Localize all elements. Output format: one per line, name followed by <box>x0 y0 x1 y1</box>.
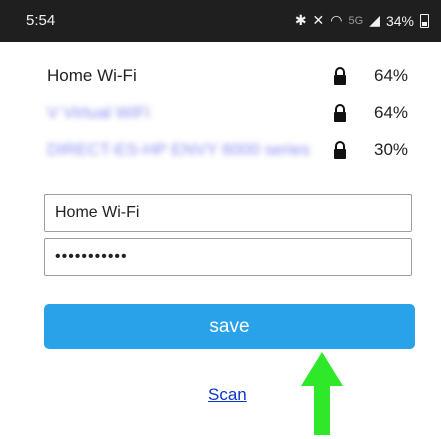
mute-vibrate-icon: ✕ <box>312 12 325 28</box>
status-bar: 5:54 ✱ ✕ ◠ 5G ◢ 34% <box>0 0 441 42</box>
arrow-up-icon <box>301 352 343 435</box>
status-time: 5:54 <box>26 12 56 29</box>
battery-percent: 34% <box>385 12 414 29</box>
network-type: 5G <box>348 14 364 27</box>
password-input[interactable] <box>44 238 412 276</box>
network-row[interactable]: Home Wi-Fi 64% <box>0 58 441 95</box>
wifi-icon: ◠ <box>330 12 343 28</box>
network-row[interactable]: DIRECT-ES-HP ENVY 6000 series 30% <box>0 132 441 169</box>
lock-icon <box>334 67 346 85</box>
network-signal: 64% <box>374 103 409 122</box>
network-signal: 64% <box>374 66 409 85</box>
network-list: Home Wi-Fi 64% V Virtual WiFi 64% DIRECT… <box>0 58 441 169</box>
network-signal: 30% <box>374 140 409 159</box>
battery-icon <box>420 13 429 28</box>
signal-icon: ◢ <box>369 12 380 28</box>
network-name: Home Wi-Fi <box>47 66 137 85</box>
lock-icon <box>334 104 346 122</box>
save-button[interactable]: save <box>44 304 415 349</box>
lock-icon <box>334 141 346 159</box>
status-icons: ✱ ✕ ◠ 5G ◢ 34% <box>295 12 429 29</box>
ssid-input[interactable] <box>44 194 412 232</box>
network-name: V Virtual WiFi <box>47 103 150 122</box>
network-row[interactable]: V Virtual WiFi 64% <box>0 95 441 132</box>
network-name: DIRECT-ES-HP ENVY 6000 series <box>47 140 310 159</box>
bluetooth-icon: ✱ <box>294 12 307 28</box>
scan-link[interactable]: Scan <box>208 385 247 405</box>
